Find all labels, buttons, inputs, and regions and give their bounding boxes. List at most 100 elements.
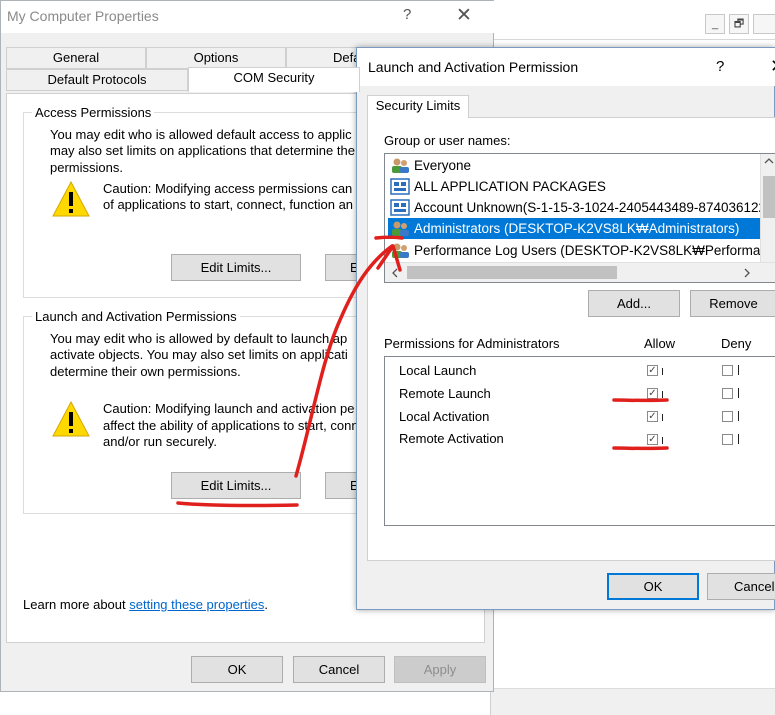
column-divider (738, 365, 739, 375)
close-icon[interactable]: ✕ (770, 56, 775, 77)
cancel-button[interactable]: Cancel (707, 573, 775, 600)
access-caution-line2: of applications to start, connect, funct… (103, 197, 354, 212)
column-divider (738, 411, 739, 421)
access-edit-limits-button[interactable]: Edit Limits... (171, 254, 301, 281)
launch-permissions-label: Launch and Activation Permissions (32, 309, 240, 324)
access-text-line2: may also set limits on applications that… (50, 143, 355, 158)
launch-activation-permission-dialog: Launch and Activation Permission ? ✕ Sec… (356, 47, 775, 610)
group-user-list[interactable]: Everyone ALL APPLICATION PACKAGES Accoun… (384, 153, 775, 283)
tab-security-limits[interactable]: Security Limits (367, 95, 469, 118)
vertical-scrollbar[interactable] (760, 154, 775, 262)
list-item-all-application-packages[interactable]: ALL APPLICATION PACKAGES (388, 176, 760, 197)
close-icon[interactable]: ✕ (456, 4, 472, 27)
list-item-label: ALL APPLICATION PACKAGES (414, 179, 606, 194)
users-icon (392, 221, 409, 236)
learn-more-link[interactable]: setting these properties (129, 597, 264, 612)
deny-checkbox[interactable] (722, 388, 733, 399)
access-text-line1: You may edit who is allowed default acce… (50, 127, 352, 142)
access-permissions-label: Access Permissions (32, 105, 155, 120)
allow-checkbox[interactable]: ✓ (647, 388, 658, 399)
group-user-names-label: Group or user names: (384, 133, 511, 148)
close-button-partial[interactable] (753, 14, 775, 34)
remove-button[interactable]: Remove (690, 290, 775, 317)
scroll-left-icon[interactable] (391, 268, 399, 278)
permission-name: Local Activation (399, 409, 490, 424)
scroll-up-icon[interactable] (764, 157, 774, 165)
launch-caution-line2: affect the ability of applications to st… (103, 418, 359, 433)
deny-checkbox[interactable] (722, 434, 733, 445)
list-item-label: Account Unknown(S-1-15-3-1024-2405443489… (414, 200, 760, 215)
ok-button[interactable]: OK (607, 573, 699, 600)
help-icon[interactable]: ? (716, 58, 724, 75)
allow-checkbox[interactable]: ✓ (647, 434, 658, 445)
add-button[interactable]: Add... (588, 290, 680, 317)
list-item-everyone[interactable]: Everyone (388, 155, 760, 176)
list-item-label: Administrators (DESKTOP-K2VS8LK₩Administ… (414, 221, 740, 236)
launch-text-line3: determine their own permissions. (50, 364, 241, 379)
tab-com-security[interactable]: COM Security (188, 67, 360, 92)
apply-button[interactable]: Apply (394, 656, 486, 683)
dialog-title: Launch and Activation Permission (368, 59, 579, 75)
allow-checkbox[interactable]: ✓ (647, 365, 658, 376)
tab-general[interactable]: General (6, 47, 146, 69)
permissions-label: Permissions for Administrators (384, 336, 560, 351)
list-item-label: Everyone (414, 158, 472, 173)
launch-text-line2: activate objects. You may also set limit… (50, 347, 348, 362)
users-icon (392, 158, 409, 173)
allow-checkbox[interactable]: ✓ (647, 411, 658, 422)
check-mark-icon: ✓ (648, 388, 657, 399)
launch-caution-line3: and/or run securely. (103, 434, 217, 449)
allow-column-header: Allow (644, 336, 676, 351)
launch-caution-line1: Caution: Modifying launch and activation… (103, 401, 355, 416)
deny-checkbox[interactable] (722, 365, 733, 376)
list-item-performance-log-users[interactable]: Performance Log Users (DESKTOP-K2VS8LK₩P… (388, 240, 760, 262)
column-divider (662, 437, 663, 444)
check-mark-icon: ✓ (648, 365, 657, 376)
tab-default-properties[interactable]: Defa (286, 47, 366, 69)
permissions-list: Local Launch ✓ Remote Launch ✓ Local Act… (384, 356, 775, 526)
users-icon (392, 243, 409, 258)
minimize-button[interactable]: _ (705, 14, 725, 34)
deny-column-header: Deny (721, 336, 752, 351)
package-icon (390, 199, 410, 216)
column-divider (662, 391, 663, 398)
list-item-administrators[interactable]: Administrators (DESKTOP-K2VS8LK₩Administ… (388, 218, 760, 239)
launch-text-line1: You may edit who is allowed by default t… (50, 331, 348, 346)
dialog-title: My Computer Properties (7, 8, 159, 24)
deny-checkbox[interactable] (722, 411, 733, 422)
permission-name: Remote Activation (399, 431, 504, 446)
column-divider (662, 368, 663, 375)
warning-icon (52, 181, 90, 217)
learn-more-suffix: . (264, 597, 268, 612)
column-divider (738, 388, 739, 398)
column-divider (662, 414, 663, 421)
permission-name: Local Launch (399, 363, 477, 378)
tab-default-protocols[interactable]: Default Protocols (6, 69, 188, 91)
list-item-account-unknown[interactable]: Account Unknown(S-1-15-3-1024-2405443489… (388, 197, 760, 218)
package-icon (390, 178, 410, 195)
tab-options[interactable]: Options (146, 47, 286, 69)
check-mark-icon: ✓ (648, 434, 657, 445)
dialog-titlebar: Launch and Activation Permission ? ✕ (357, 48, 775, 86)
launch-edit-limits-button[interactable]: Edit Limits... (171, 472, 301, 499)
learn-more-prefix: Learn more about (23, 597, 130, 612)
dialog-titlebar: My Computer Properties ? ✕ (1, 1, 495, 33)
warning-icon (52, 401, 90, 437)
scroll-right-icon[interactable] (743, 268, 751, 278)
check-mark-icon: ✓ (648, 411, 657, 422)
vertical-scroll-thumb[interactable] (763, 176, 775, 218)
column-divider (738, 434, 739, 444)
access-caution-line1: Caution: Modifying access permissions ca… (103, 181, 353, 196)
restore-button[interactable]: 🗗 (729, 14, 749, 34)
learn-more-text: Learn more about setting these propertie… (23, 597, 268, 613)
horizontal-scroll-thumb[interactable] (407, 266, 617, 279)
help-icon[interactable]: ? (403, 6, 411, 23)
list-item-label: Performance Log Users (DESKTOP-K2VS8LK₩P… (414, 243, 760, 258)
permission-name: Remote Launch (399, 386, 491, 401)
background-window-status-bar (491, 688, 775, 715)
horizontal-scrollbar[interactable] (385, 262, 775, 282)
access-text-line3: permissions. (50, 160, 123, 175)
cancel-button[interactable]: Cancel (293, 656, 385, 683)
background-window-titlebar: _ 🗗 (491, 0, 775, 40)
ok-button[interactable]: OK (191, 656, 283, 683)
